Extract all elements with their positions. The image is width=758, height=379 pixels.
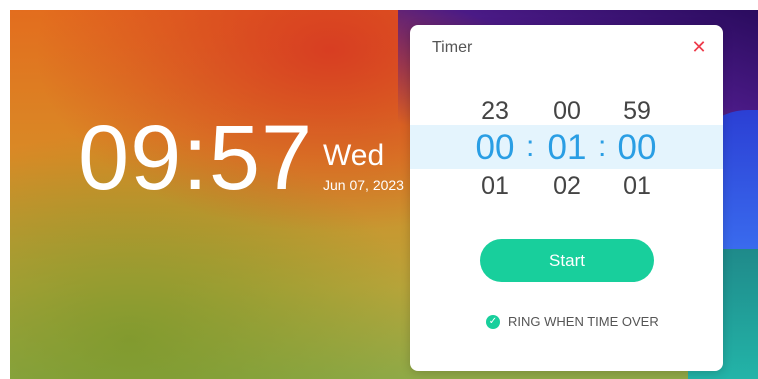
clock-date: Jun 07, 2023 (323, 177, 404, 193)
time-separator: : (526, 130, 535, 163)
clock-day: Wed (323, 139, 385, 172)
seconds-prev[interactable]: 59 (612, 99, 662, 124)
seconds-next[interactable]: 01 (612, 174, 662, 199)
seconds-current[interactable]: 00 (612, 130, 662, 165)
screen: 09:57 Wed Jun 07, 2023 Timer ✕ 23 00 01 … (0, 0, 758, 379)
clock-time: 09:57 (78, 107, 314, 209)
timer-panel: Timer ✕ 23 00 01 : 00 01 02 : 59 00 01 S… (410, 25, 723, 371)
minutes-next[interactable]: 02 (542, 174, 592, 199)
hours-prev[interactable]: 23 (470, 99, 520, 124)
panel-title: Timer (432, 39, 473, 56)
ring-label: RING WHEN TIME OVER (508, 314, 659, 329)
hours-current[interactable]: 00 (470, 130, 520, 165)
close-icon[interactable]: ✕ (689, 37, 709, 57)
start-button[interactable]: Start (480, 239, 654, 282)
time-separator: : (598, 130, 607, 163)
check-icon[interactable]: ✓ (486, 314, 500, 329)
ring-when-over-toggle[interactable]: ✓ RING WHEN TIME OVER (486, 314, 659, 329)
minutes-current[interactable]: 01 (542, 130, 592, 165)
hours-next[interactable]: 01 (470, 174, 520, 199)
minutes-prev[interactable]: 00 (542, 99, 592, 124)
